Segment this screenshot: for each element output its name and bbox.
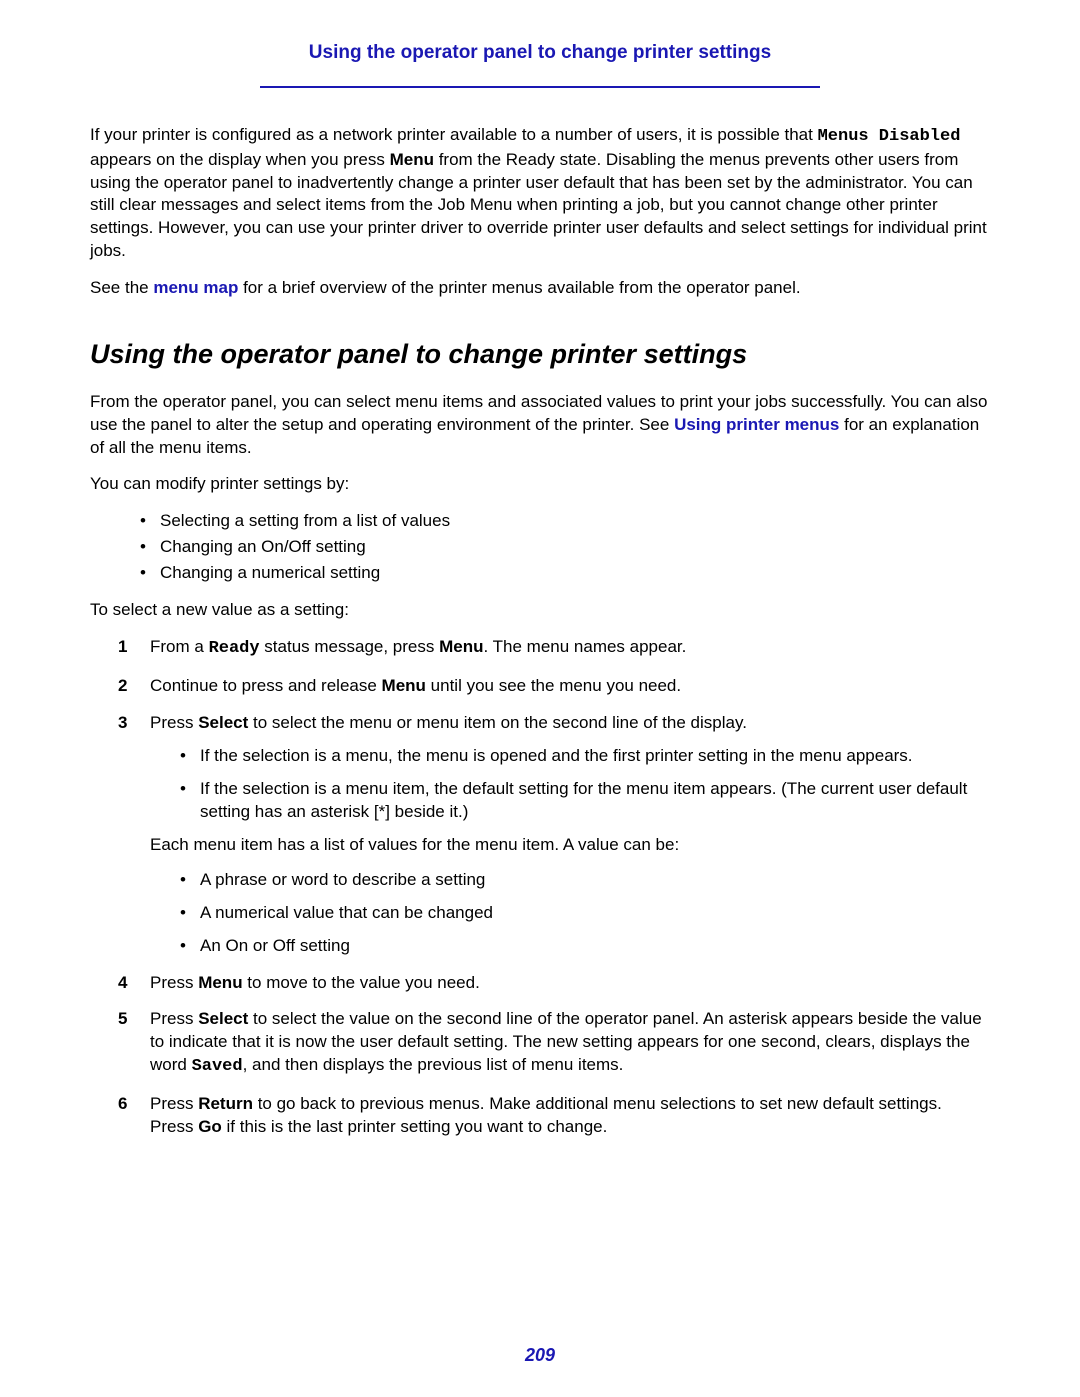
list-item: Changing a numerical setting [140,562,990,585]
list-item: A phrase or word to describe a setting [180,869,990,892]
step-1: From a Ready status message, press Menu.… [118,636,990,661]
mono-text: Saved [192,1057,243,1076]
bold-text: Return [198,1094,253,1113]
section-paragraph-3: To select a new value as a setting: [90,599,990,622]
text: If your printer is configured as a netwo… [90,125,818,144]
page-header-title: Using the operator panel to change print… [309,40,771,72]
step-5: Press Select to select the value on the … [118,1008,990,1079]
text: From a [150,637,209,656]
intro-paragraph-1: If your printer is configured as a netwo… [90,124,990,264]
step-3: Press Select to select the menu or menu … [118,712,990,958]
bold-text: Menu [439,637,483,656]
list-item: Selecting a setting from a list of value… [140,510,990,533]
step-2: Continue to press and release Menu until… [118,675,990,698]
list-item: If the selection is a menu, the menu is … [180,745,990,768]
list-item: An On or Off setting [180,935,990,958]
text: to select the menu or menu item on the s… [248,713,747,732]
text: for a brief overview of the printer menu… [238,278,800,297]
mono-text: Ready [209,639,260,658]
section-heading: Using the operator panel to change print… [90,336,990,372]
list-item: Changing an On/Off setting [140,536,990,559]
mono-text: Menus Disabled [818,127,961,146]
list-item: If the selection is a menu item, the def… [180,778,990,824]
steps-list: From a Ready status message, press Menu.… [118,636,990,1139]
section-paragraph-1: From the operator panel, you can select … [90,391,990,460]
bold-text: Menu [390,150,434,169]
step-3-sublist-1: If the selection is a menu, the menu is … [180,745,990,824]
page-number: 209 [0,1343,1080,1367]
bold-text: Select [198,1009,248,1028]
text: Press [150,713,198,732]
text: status message, press [260,637,440,656]
text: until you see the menu you need. [426,676,681,695]
menu-map-link[interactable]: menu map [153,278,238,297]
step-6: Press Return to go back to previous menu… [118,1093,990,1139]
text: Press [150,1094,198,1113]
text: Press [150,1009,198,1028]
bullet-list-modify: Selecting a setting from a list of value… [140,510,990,585]
text: to move to the value you need. [243,973,480,992]
text: if this is the last printer setting you … [222,1117,608,1136]
intro-paragraph-2: See the menu map for a brief overview of… [90,277,990,300]
step-3-note: Each menu item has a list of values for … [150,834,990,857]
text: See the [90,278,153,297]
text: . The menu names appear. [484,637,687,656]
document-page: Using the operator panel to change print… [0,0,1080,1397]
step-3-sublist-2: A phrase or word to describe a setting A… [180,869,990,958]
text: appears on the display when you press [90,150,390,169]
section-paragraph-2: You can modify printer settings by: [90,473,990,496]
text: Press [150,973,198,992]
list-item: A numerical value that can be changed [180,902,990,925]
bold-text: Select [198,713,248,732]
bold-text: Menu [198,973,242,992]
bold-text: Menu [382,676,426,695]
text: , and then displays the previous list of… [243,1055,624,1074]
text: Continue to press and release [150,676,382,695]
using-printer-menus-link[interactable]: Using printer menus [674,415,839,434]
bold-text: Go [198,1117,222,1136]
step-4: Press Menu to move to the value you need… [118,972,990,995]
header-divider [260,86,820,88]
page-header: Using the operator panel to change print… [90,40,990,72]
